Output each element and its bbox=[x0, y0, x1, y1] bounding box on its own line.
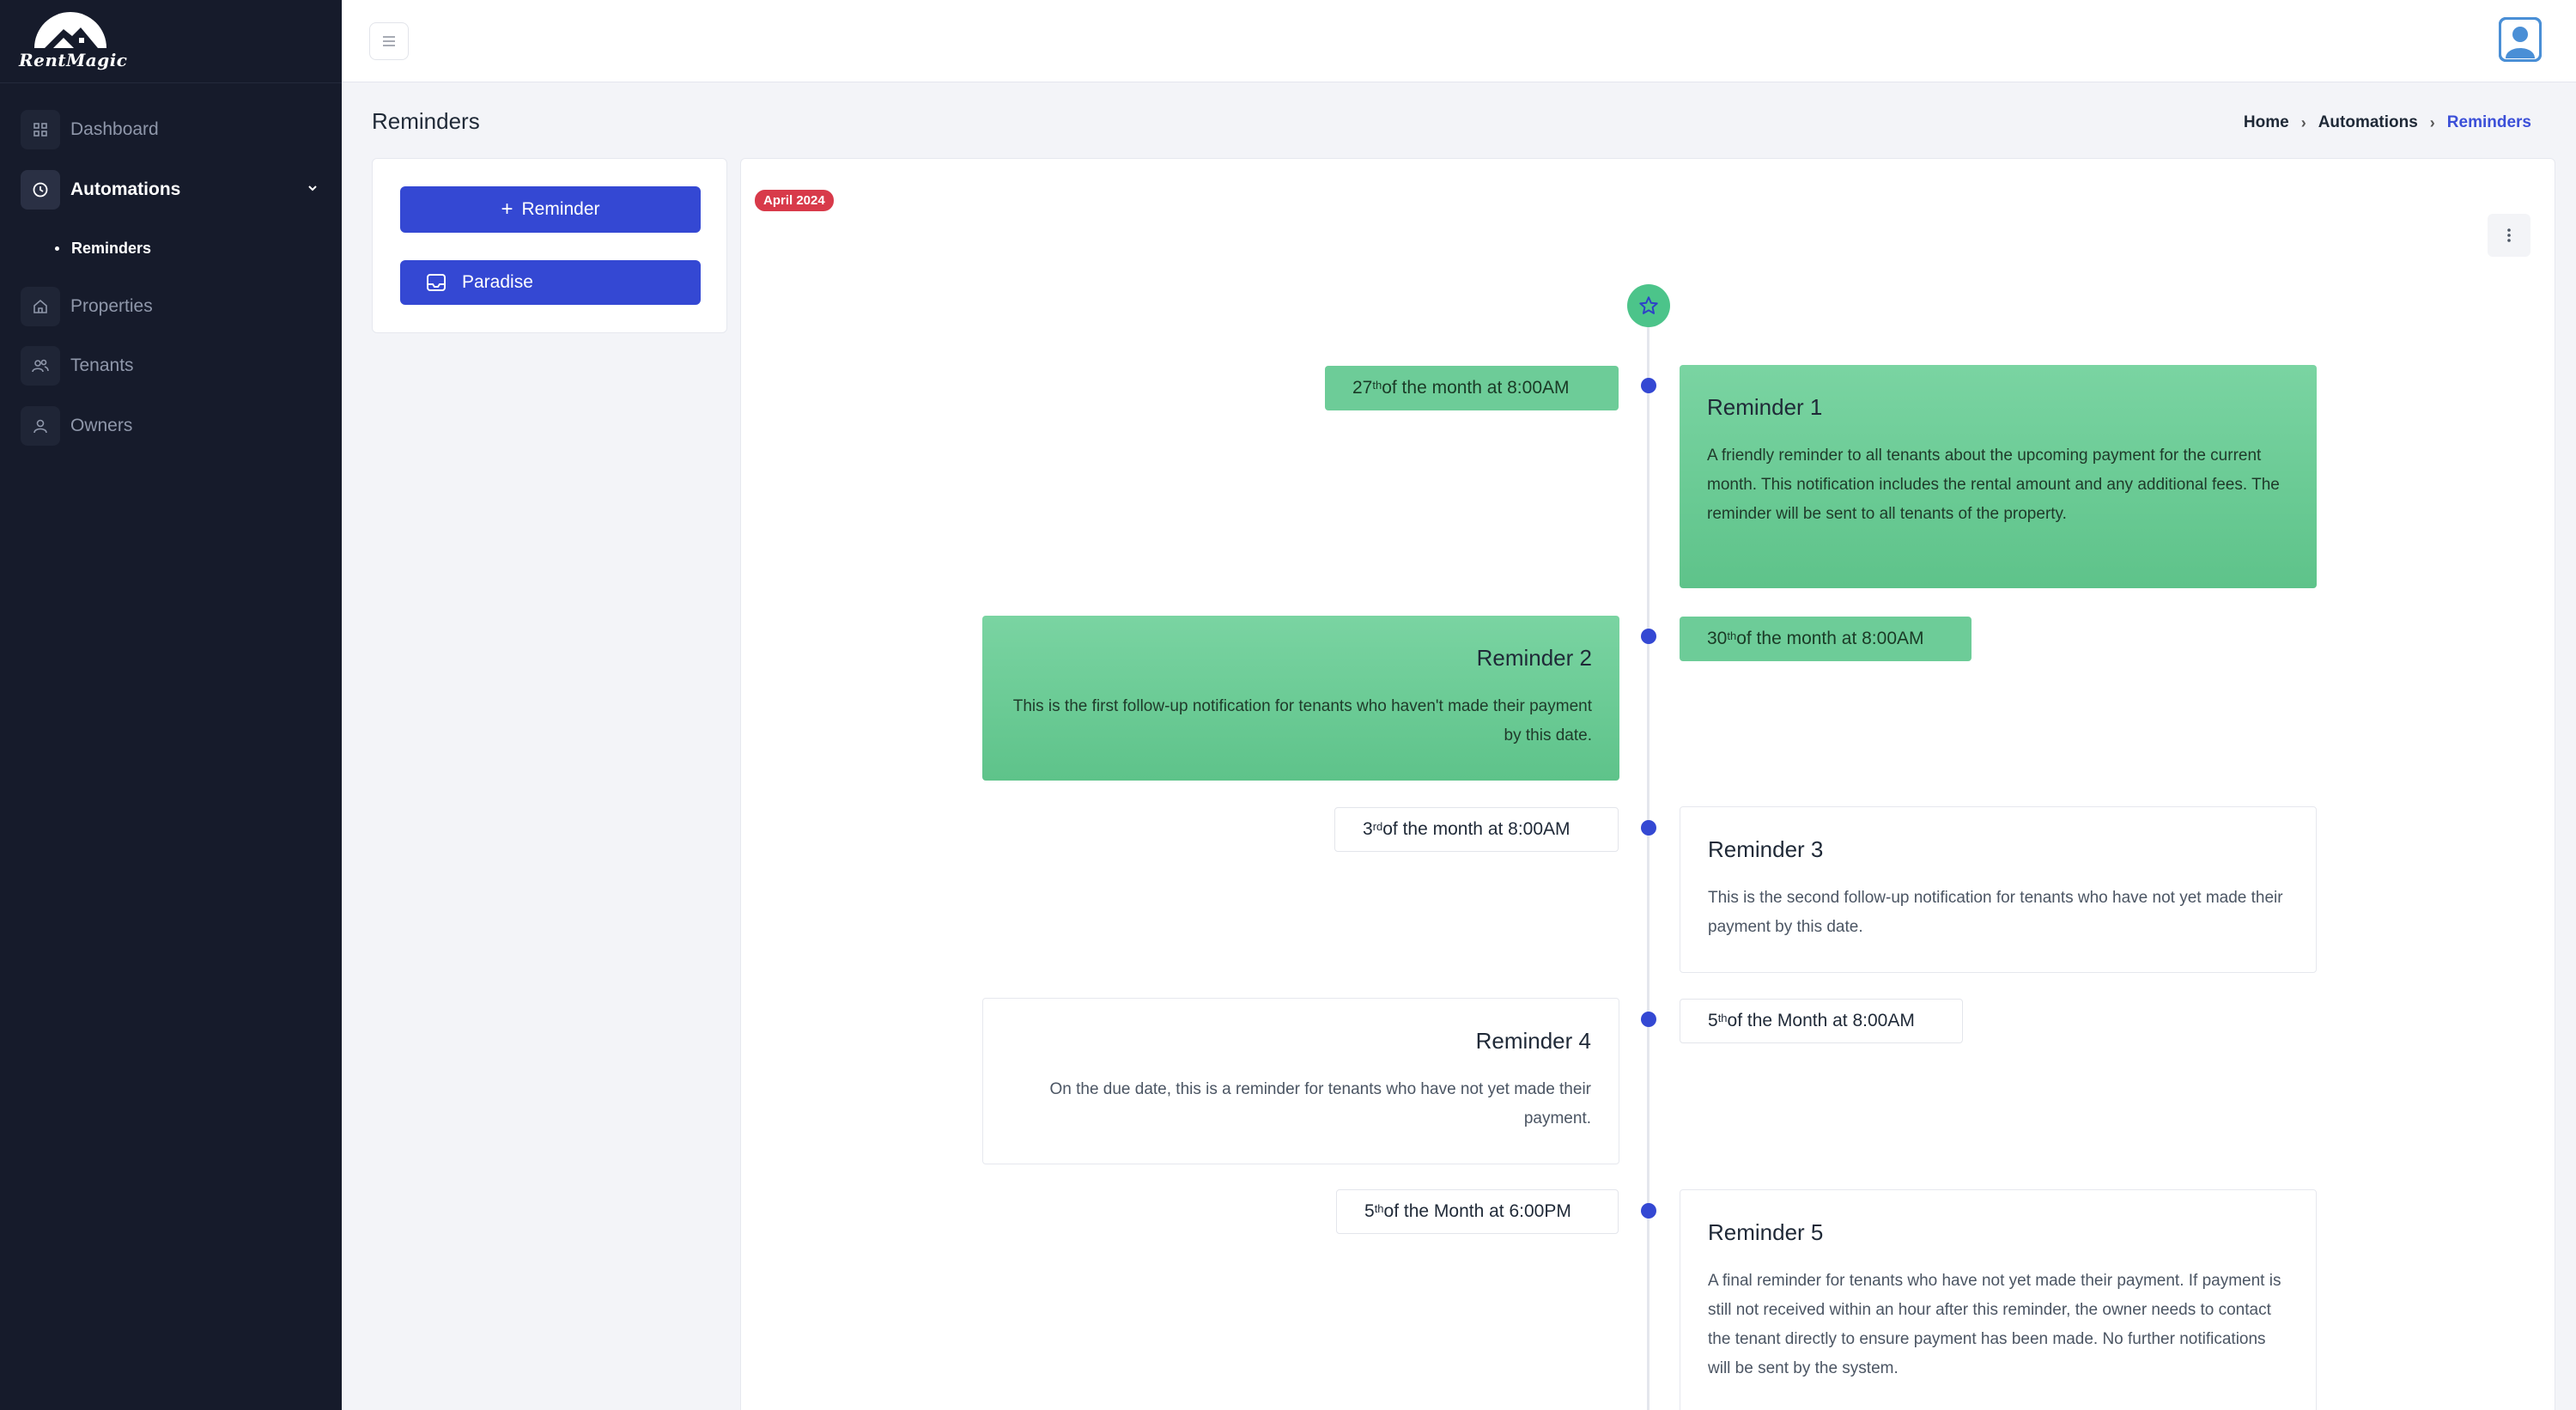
reminder-3-card[interactable]: Reminder 3 This is the second follow-up … bbox=[1680, 806, 2317, 973]
menu-toggle-button[interactable] bbox=[369, 22, 409, 60]
reminder-title: Reminder 1 bbox=[1707, 394, 1823, 420]
timeline-panel: April 2024 27th of the month at 8:00AM R… bbox=[740, 158, 2555, 1410]
property-label: Paradise bbox=[462, 272, 533, 292]
sidebar-item-automations[interactable]: Automations bbox=[21, 169, 330, 210]
date-rest: of the month at 8:00AM bbox=[1736, 629, 1924, 648]
date-rest: of the Month at 6:00PM bbox=[1383, 1201, 1571, 1221]
chevron-right-icon: › bbox=[2429, 113, 2435, 131]
app-logo-text: RentMagic bbox=[19, 50, 128, 70]
sidebar-item-properties[interactable]: Properties bbox=[21, 286, 330, 327]
add-reminder-label: Reminder bbox=[521, 199, 600, 219]
date-suffix: th bbox=[1717, 1011, 1728, 1024]
bullet-icon bbox=[55, 246, 59, 251]
timeline-dot bbox=[1641, 378, 1656, 393]
sidebar-divider bbox=[0, 82, 342, 83]
property-paradise-button[interactable]: Paradise bbox=[400, 260, 701, 305]
breadcrumb: Home › Automations › Reminders bbox=[2244, 113, 2531, 132]
timeline-line bbox=[1647, 313, 1649, 1410]
sidebar-item-label: Automations bbox=[70, 179, 181, 199]
sidebar-item-tenants[interactable]: Tenants bbox=[21, 345, 330, 386]
reminder-title: Reminder 3 bbox=[1708, 836, 1824, 862]
timeline-start-node bbox=[1627, 284, 1670, 327]
month-badge: April 2024 bbox=[755, 190, 834, 211]
reminder-description: This is the second follow-up notificatio… bbox=[1708, 889, 2283, 936]
kebab-icon bbox=[2507, 228, 2511, 242]
sidebar-item-owners[interactable]: Owners bbox=[21, 405, 330, 447]
more-options-button[interactable] bbox=[2488, 214, 2530, 257]
add-reminder-button[interactable]: + Reminder bbox=[400, 186, 701, 233]
hamburger-icon bbox=[383, 36, 395, 46]
house-logo-icon bbox=[34, 12, 106, 48]
date-day: 30 bbox=[1707, 629, 1728, 648]
sidebar-item-label: Tenants bbox=[70, 356, 134, 375]
breadcrumb-home[interactable]: Home bbox=[2244, 113, 2289, 132]
reminder-title: Reminder 4 bbox=[1475, 1028, 1591, 1054]
date-rest: of the month at 8:00AM bbox=[1382, 819, 1571, 839]
sidebar-item-dashboard[interactable]: Dashboard bbox=[21, 109, 330, 150]
timeline-dot bbox=[1641, 629, 1656, 644]
date-day: 5 bbox=[1364, 1201, 1375, 1221]
reminder-4-card[interactable]: Reminder 4 On the due date, this is a re… bbox=[982, 998, 1619, 1164]
user-avatar-icon bbox=[2499, 17, 2542, 62]
date-day: 27 bbox=[1352, 378, 1373, 398]
chevron-right-icon: › bbox=[2300, 113, 2306, 131]
timeline-dot bbox=[1641, 1012, 1656, 1027]
timeline-dot bbox=[1641, 820, 1656, 836]
user-avatar[interactable] bbox=[2499, 17, 2542, 62]
reminder-5-card[interactable]: Reminder 5 A final reminder for tenants … bbox=[1680, 1189, 2317, 1410]
reminder-title: Reminder 2 bbox=[1476, 645, 1592, 671]
sidebar-subitem-reminders[interactable]: Reminders bbox=[55, 237, 151, 259]
plus-icon: + bbox=[501, 198, 513, 221]
reminder-description: This is the first follow-up notification… bbox=[1012, 697, 1592, 745]
breadcrumb-current: Reminders bbox=[2446, 113, 2531, 131]
actions-panel: + Reminder Paradise bbox=[372, 158, 727, 333]
date-suffix: th bbox=[1727, 629, 1737, 642]
sidebar: RentMagic Dashboard Automations Reminder… bbox=[0, 0, 342, 1410]
date-suffix: th bbox=[1372, 378, 1382, 392]
top-header bbox=[342, 0, 2576, 82]
date-day: 5 bbox=[1708, 1011, 1718, 1030]
sidebar-item-label: Owners bbox=[70, 416, 133, 435]
date-suffix: th bbox=[1374, 1201, 1384, 1215]
users-icon bbox=[21, 346, 60, 386]
reminder-1-date: 27th of the month at 8:00AM bbox=[1325, 366, 1619, 410]
date-rest: of the month at 8:00AM bbox=[1382, 378, 1570, 398]
reminder-3-date: 3rd of the month at 8:00AM bbox=[1334, 807, 1619, 852]
star-icon bbox=[1639, 296, 1658, 314]
reminder-description: A final reminder for tenants who have no… bbox=[1708, 1272, 2281, 1377]
reminder-2-date: 30th of the month at 8:00AM bbox=[1680, 617, 1971, 661]
date-day: 3 bbox=[1363, 819, 1373, 839]
reminder-description: A friendly reminder to all tenants about… bbox=[1707, 447, 2280, 523]
clock-icon bbox=[21, 170, 60, 210]
reminder-2-card[interactable]: Reminder 2 This is the first follow-up n… bbox=[982, 616, 1619, 781]
page-title: Reminders bbox=[372, 108, 480, 134]
reminder-1-card[interactable]: Reminder 1 A friendly reminder to all te… bbox=[1680, 365, 2317, 588]
reminder-5-date: 5th of the Month at 6:00PM bbox=[1336, 1189, 1619, 1234]
sidebar-subitem-label: Reminders bbox=[71, 239, 152, 257]
reminder-title: Reminder 5 bbox=[1708, 1219, 1824, 1245]
date-suffix: rd bbox=[1372, 819, 1383, 833]
breadcrumb-automations[interactable]: Automations bbox=[2318, 113, 2418, 132]
date-rest: of the Month at 8:00AM bbox=[1727, 1011, 1915, 1030]
reminder-4-date: 5th of the Month at 8:00AM bbox=[1680, 999, 1963, 1043]
inbox-icon bbox=[427, 274, 446, 291]
grid-icon bbox=[21, 110, 60, 149]
sidebar-item-label: Properties bbox=[70, 296, 153, 316]
reminder-description: On the due date, this is a reminder for … bbox=[1049, 1080, 1591, 1127]
sidebar-item-label: Dashboard bbox=[70, 119, 159, 139]
app-logo[interactable]: RentMagic bbox=[19, 10, 128, 72]
timeline-dot bbox=[1641, 1203, 1656, 1219]
chevron-down-icon bbox=[306, 181, 319, 199]
home-icon bbox=[21, 287, 60, 326]
user-icon bbox=[21, 406, 60, 446]
